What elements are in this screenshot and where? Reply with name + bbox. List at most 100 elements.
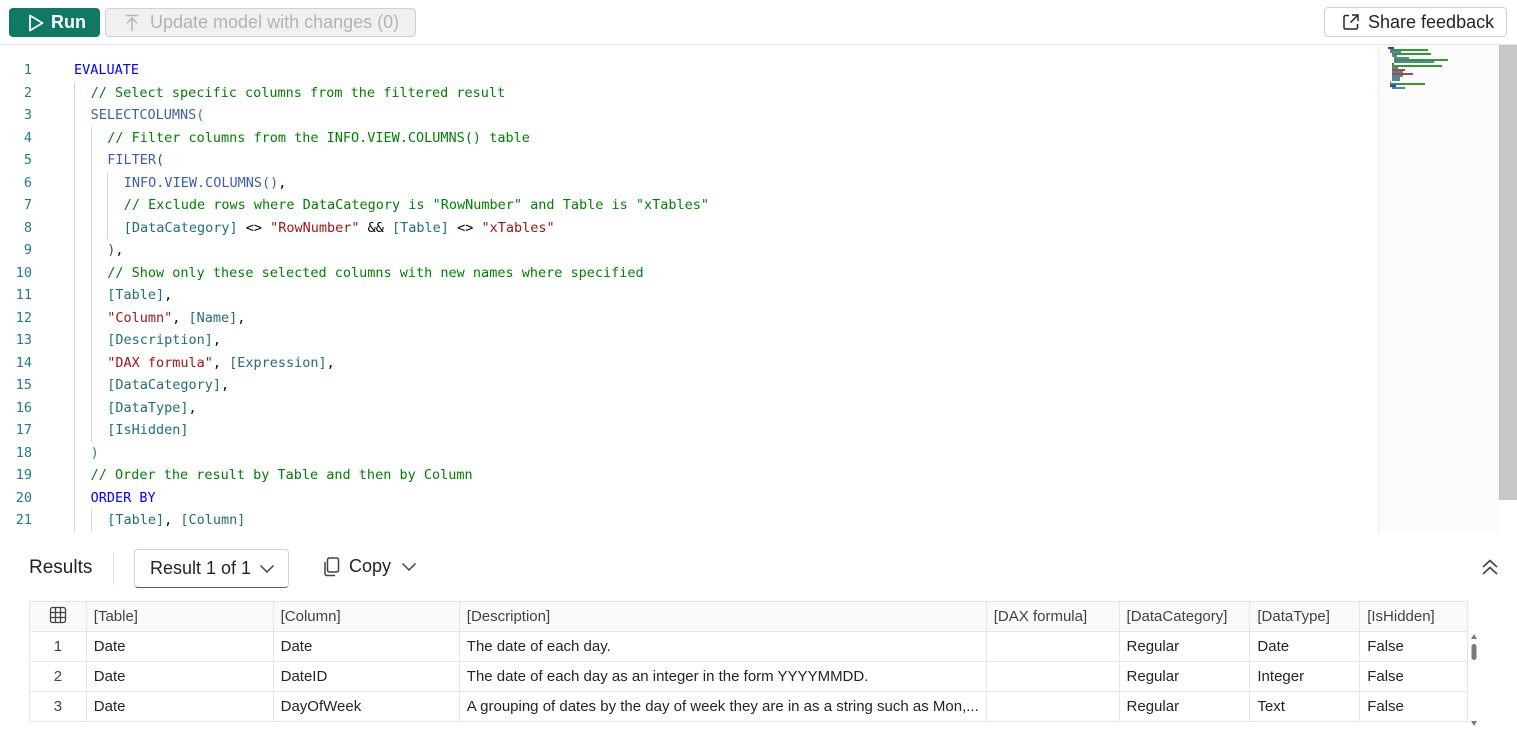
code-token: , [237,309,246,326]
code-token: , [164,287,173,303]
table-cell[interactable]: Integer [1249,661,1361,692]
results-scrollbar[interactable] [1470,633,1478,727]
code-text: [DataType], [107,397,196,419]
indent-guide [90,261,92,284]
line-number: 17 [15,422,32,438]
code-line[interactable]: 3 SELECTCOLUMNS( [0,104,1378,126]
column-header[interactable]: [Table] [85,601,274,632]
table-row[interactable]: 3 Date DayOfWeek A grouping of dates by … [29,691,1468,722]
code-line[interactable]: 6 INFO.VIEW.COLUMNS(), [0,172,1378,194]
table-cell[interactable] [985,631,1120,662]
indent-guide [74,104,75,127]
toolbar: Run Update model with changes (0) Share … [0,0,1517,45]
table-cell[interactable]: Date [85,691,274,722]
share-feedback-button[interactable]: Share feedback [1324,7,1507,37]
table-cell[interactable]: False [1359,631,1468,662]
code-token: , [188,399,197,416]
indent-guide [90,419,92,442]
line-number: 1 [23,62,32,78]
result-selector[interactable]: Result 1 of 1 [134,549,289,588]
code-line[interactable]: 8 [DataCategory] <> "RowNumber" && [Table… [0,217,1378,239]
code-line[interactable]: 7 // Exclude rows where DataCategory is "… [0,194,1378,216]
copy-button[interactable]: Copy [323,556,425,577]
table-cell[interactable] [985,661,1120,692]
code-line[interactable]: 5 FILTER( [0,149,1378,171]
table-cell[interactable]: Text [1249,691,1361,722]
code-line[interactable]: 9), [0,239,1378,261]
column-header[interactable]: [DataType] [1249,601,1361,632]
code-line[interactable]: 12 "Column", [Name], [0,307,1378,329]
code-token: , [212,332,221,348]
code-line[interactable]: 19 // Order the result by Table and then … [0,464,1378,486]
collapse-results-button[interactable] [1481,558,1499,581]
minimap-line [1392,65,1442,67]
column-header[interactable]: [Description] [458,601,987,632]
code-token: , [220,377,230,393]
table-cell[interactable]: False [1359,691,1468,722]
code-line[interactable]: 11 [Table], [0,284,1378,306]
table-row[interactable]: 1 Date Date The date of each day. Regula… [29,631,1468,662]
table-cell[interactable] [985,691,1120,722]
table-cell[interactable]: The date of each day as an integer in th… [458,661,987,692]
code-line[interactable]: 20 ORDER BY [0,487,1378,509]
table-row[interactable]: 2 Date DateID The date of each day as an… [29,661,1468,692]
column-header[interactable]: [IsHidden] [1359,601,1468,632]
minimap[interactable] [1378,45,1499,533]
run-button[interactable]: Run [9,8,100,37]
code-editor[interactable]: 1 EVALUATE 2 // Select specific columns fro… [0,45,1500,533]
table-cell[interactable]: A grouping of dates by the day of week t… [458,691,987,722]
code-token: <> [237,219,271,236]
table-cell[interactable]: Regular [1118,661,1251,692]
code-line[interactable]: 10 // Show only these selected columns wi… [0,262,1378,284]
code-line[interactable]: 2 // Select specific columns from the fil… [0,82,1378,104]
indent-guide [74,126,75,149]
code-text: [IsHidden] [107,419,188,441]
table-cell[interactable]: The date of each day. [458,631,987,662]
update-model-button[interactable]: Update model with changes (0) [105,8,416,37]
code-text: [Table], [Column] [107,509,245,531]
indent-guide [74,216,75,239]
table-cell[interactable]: Date [85,631,274,662]
code-token: "RowNumber" [270,219,360,236]
table-cell[interactable]: DateID [272,661,460,692]
line-number: 18 [15,444,32,461]
code-token: () [261,174,279,191]
column-header[interactable]: [Column] [272,601,460,632]
run-label: Run [51,12,86,32]
code-line[interactable]: 14 "DAX formula", [Expression], [0,352,1378,374]
indent-guide [74,464,75,487]
code-token: [DataType] [107,399,189,416]
indent-guide [107,171,109,194]
code-line[interactable]: 17 [IsHidden] [0,419,1378,441]
table-cell[interactable]: Regular [1118,631,1251,662]
table-cell[interactable]: Date [272,631,460,662]
table-cell[interactable]: Date [1249,631,1361,662]
table-cell[interactable]: False [1359,661,1468,692]
table-cell[interactable]: Regular [1118,691,1251,722]
indent-guide [74,149,75,172]
editor-scrollbar[interactable] [1499,45,1517,500]
copy-icon [324,556,340,576]
column-header[interactable]: [DAX formula] [985,601,1120,632]
indent-guide [90,216,92,239]
column-header[interactable]: [DataCategory] [1118,601,1251,632]
table-cell[interactable]: Date [85,661,274,692]
code-line[interactable]: 15 [DataCategory], [0,374,1378,396]
select-all-cell[interactable] [29,601,87,632]
indent-guide [90,374,92,397]
code-token: [Table] [107,287,165,303]
indent-guide [74,239,75,262]
code-line[interactable]: 18) [0,442,1378,464]
table-cell[interactable]: DayOfWeek [272,691,460,722]
line-number: 14 [15,354,32,371]
code-line[interactable]: 1 EVALUATE [0,59,1378,81]
indent-guide [74,351,75,374]
indent-guide [74,261,75,284]
code-line[interactable]: 4 // Filter columns from the INFO.VIEW.CO… [0,127,1378,149]
code-line[interactable]: 16 [DataType], [0,397,1378,419]
code-line[interactable]: 13 [Description], [0,329,1378,351]
divider [113,553,114,585]
code-line[interactable]: 21 [Table], [Column] [0,509,1378,531]
indent-guide [90,284,92,307]
code-token: , [212,354,230,371]
